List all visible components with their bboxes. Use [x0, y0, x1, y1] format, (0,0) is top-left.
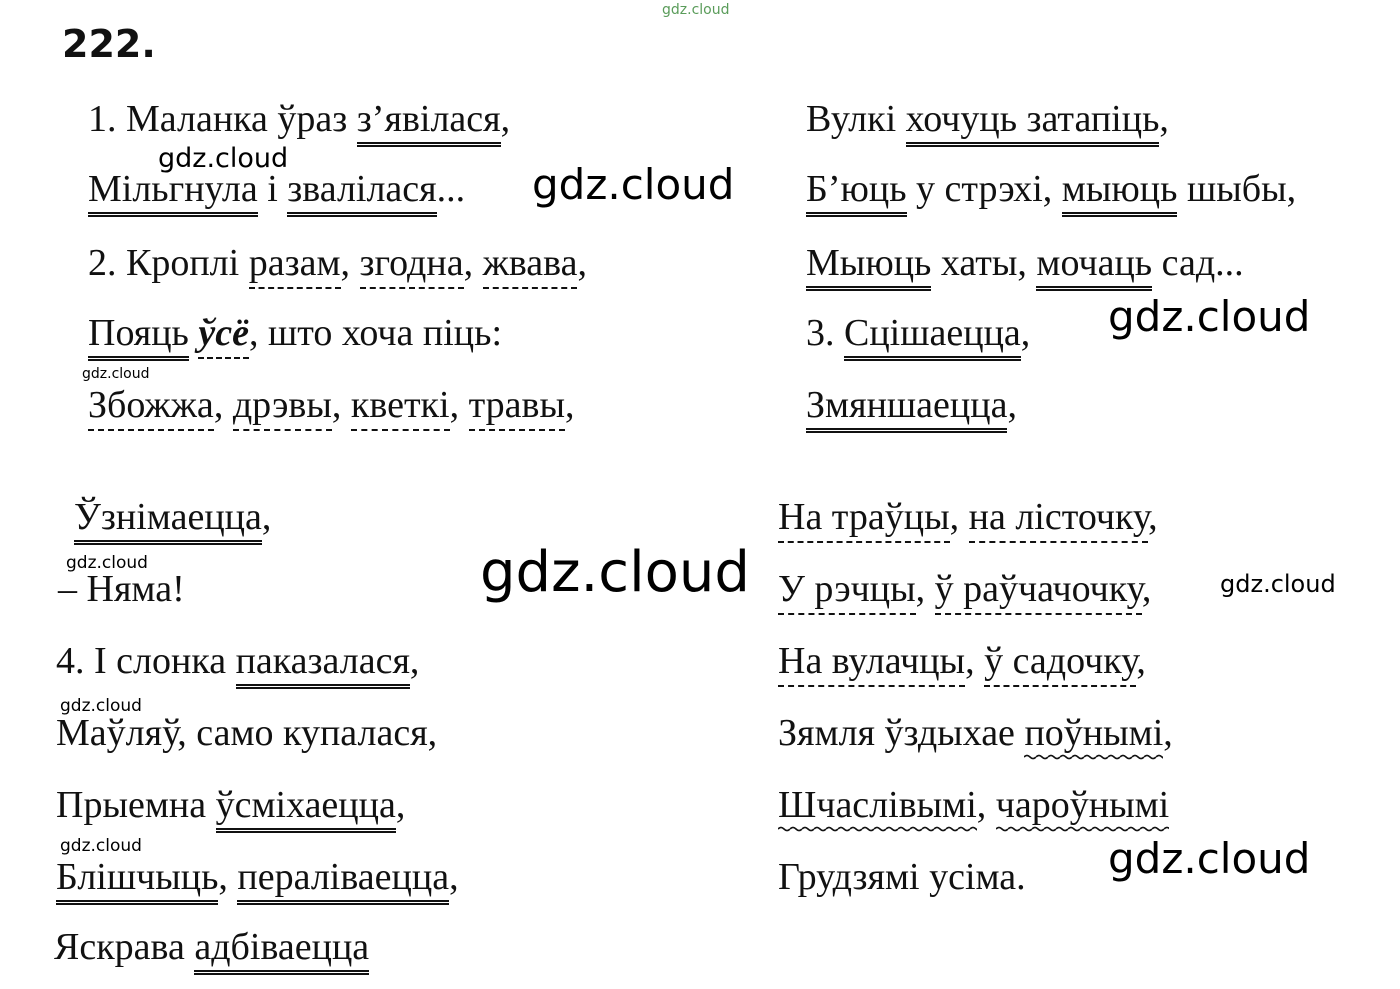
poem-line: Прыемна ўсміхаецца, — [56, 782, 405, 833]
watermark: gdz.cloud — [1108, 292, 1311, 341]
poem-line: Б’юць у стрэхі, мыюць шыбы, — [806, 166, 1296, 217]
poem-line: На траўцы, на лісточку, — [778, 494, 1158, 543]
poem-line: 1. Маланка ўраз з’явілася, — [88, 96, 510, 147]
watermark: gdz.cloud — [82, 366, 150, 382]
poem-line: Блішчыць, пераліваецца, — [56, 854, 459, 905]
watermark: gdz.cloud — [1108, 834, 1311, 883]
poem-line: 3. Сцішаецца, — [806, 310, 1030, 361]
poem-line: Мільгнула і звалілася... — [88, 166, 465, 217]
poem-line: Мыюць хаты, мочаць сад... — [806, 240, 1244, 291]
poem-line: – Няма! — [58, 568, 185, 610]
watermark: gdz.cloud — [480, 540, 750, 605]
poem-line: Пояць ўсё, што хоча піць: — [88, 310, 502, 361]
watermark: gdz.cloud — [662, 2, 730, 18]
poem-line: Зямля ўздыхае поўнымі, — [778, 710, 1173, 760]
watermark: gdz.cloud — [1220, 570, 1336, 598]
watermark: gdz.cloud — [60, 836, 142, 856]
poem-line: Збожжа, дрэвы, кветкі, травы, — [88, 382, 575, 431]
exercise-number: 222. — [62, 22, 156, 66]
poem-line: 2. Кроплі разам, згодна, жвава, — [88, 240, 587, 289]
poem-line: У рэчцы, ў раўчачочку, — [778, 566, 1151, 615]
poem-line: На вулачцы, ў садочку, — [778, 638, 1146, 687]
poem-line: Змяншаецца, — [806, 382, 1017, 433]
poem-line: Яскрава адбіваецца — [54, 924, 370, 975]
poem-line: Вулкі хочуць затапіць, — [806, 96, 1169, 147]
poem-line: 4. І слонка паказалася, — [56, 638, 419, 689]
poem-line: Грудзямі усіма. — [778, 856, 1026, 898]
poem-line: Маўляў, само купалася, — [56, 712, 438, 754]
poem-line: Шчаслівымі, чароўнымі — [778, 782, 1170, 832]
poem-line: Ўзнімаецца, — [74, 494, 271, 545]
watermark: gdz.cloud — [532, 160, 735, 209]
